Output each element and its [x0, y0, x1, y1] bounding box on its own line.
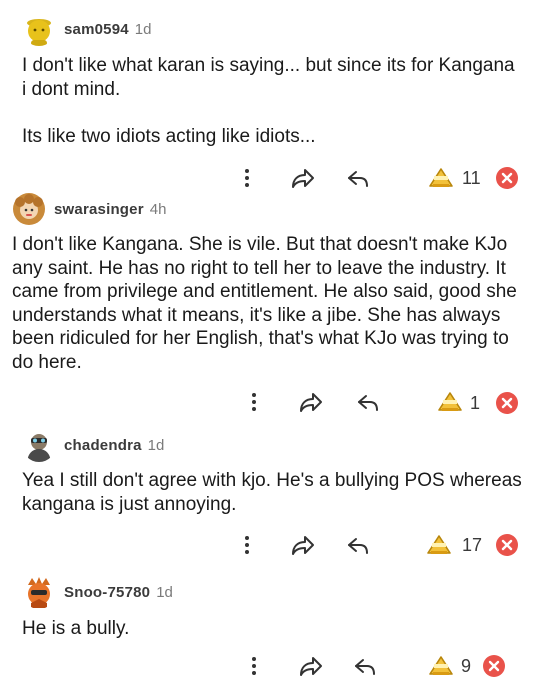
comment-header: Snoo-75780 1d	[22, 575, 173, 609]
share-button[interactable]	[290, 166, 316, 190]
kebab-icon	[245, 536, 249, 554]
username[interactable]: chadendra	[64, 437, 142, 454]
reply-button[interactable]	[355, 390, 381, 414]
comment-actions: 1	[0, 389, 541, 415]
reply-icon	[358, 395, 378, 411]
reply-icon	[348, 538, 368, 554]
close-icon	[501, 172, 513, 184]
kebab-icon	[252, 393, 256, 411]
award-button[interactable]	[428, 167, 454, 189]
reply-button[interactable]	[345, 166, 371, 190]
comment-text: He is a bully.	[22, 618, 130, 639]
share-icon	[300, 393, 322, 412]
reply-icon	[355, 659, 375, 675]
close-icon	[501, 539, 513, 551]
award-button[interactable]	[426, 534, 452, 556]
comment-header: chadendra 1d	[22, 428, 164, 462]
avatar[interactable]	[22, 575, 56, 609]
award-icon	[429, 168, 453, 187]
dismiss-button[interactable]	[483, 655, 505, 677]
username[interactable]: sam0594	[64, 21, 129, 38]
kebab-icon	[245, 169, 249, 187]
award-count: 17	[462, 535, 483, 555]
kebab-icon	[252, 657, 256, 675]
comment-text: I don't like Kangana. She is vile. But t…	[12, 234, 517, 373]
more-options-button[interactable]	[244, 653, 264, 679]
share-icon	[292, 169, 314, 188]
award-icon	[438, 392, 462, 411]
more-options-button[interactable]	[244, 389, 264, 415]
award-count: 9	[461, 656, 472, 676]
more-options-button[interactable]	[237, 165, 257, 191]
more-options-button[interactable]	[237, 532, 257, 558]
award-button[interactable]	[437, 391, 463, 413]
dismiss-button[interactable]	[496, 167, 518, 189]
award-icon	[427, 535, 451, 554]
share-button[interactable]	[298, 390, 324, 414]
comment-actions: 17	[0, 532, 541, 558]
award-count: 1	[470, 393, 481, 413]
timestamp: 1d	[134, 20, 152, 38]
share-button[interactable]	[290, 533, 316, 557]
close-icon	[501, 397, 513, 409]
reply-icon	[348, 171, 368, 187]
comment-text: I don't like what karan is saying... but…	[22, 55, 515, 147]
share-button[interactable]	[298, 654, 324, 678]
timestamp: 1d	[156, 583, 173, 601]
comment-header: swarasinger 4h	[12, 192, 166, 226]
comment-actions: 9	[0, 653, 541, 679]
award-count: 11	[462, 168, 481, 188]
avatar[interactable]	[22, 428, 56, 462]
avatar[interactable]	[12, 192, 46, 226]
reply-button[interactable]	[352, 654, 378, 678]
username[interactable]: swarasinger	[54, 201, 144, 218]
reply-button[interactable]	[345, 533, 371, 557]
comment-header: sam0594 1d	[22, 12, 151, 46]
timestamp: 1d	[147, 436, 165, 454]
comment-text: Yea I still don't agree with kjo. He's a…	[22, 470, 522, 515]
share-icon	[300, 657, 322, 676]
timestamp: 4h	[149, 200, 167, 218]
share-icon	[292, 536, 314, 555]
award-icon	[429, 656, 453, 675]
avatar[interactable]	[22, 12, 56, 46]
username[interactable]: Snoo-75780	[64, 584, 150, 601]
close-icon	[488, 660, 500, 672]
award-button[interactable]	[428, 655, 454, 677]
comment-actions: 11	[0, 165, 541, 191]
dismiss-button[interactable]	[496, 392, 518, 414]
dismiss-button[interactable]	[496, 534, 518, 556]
